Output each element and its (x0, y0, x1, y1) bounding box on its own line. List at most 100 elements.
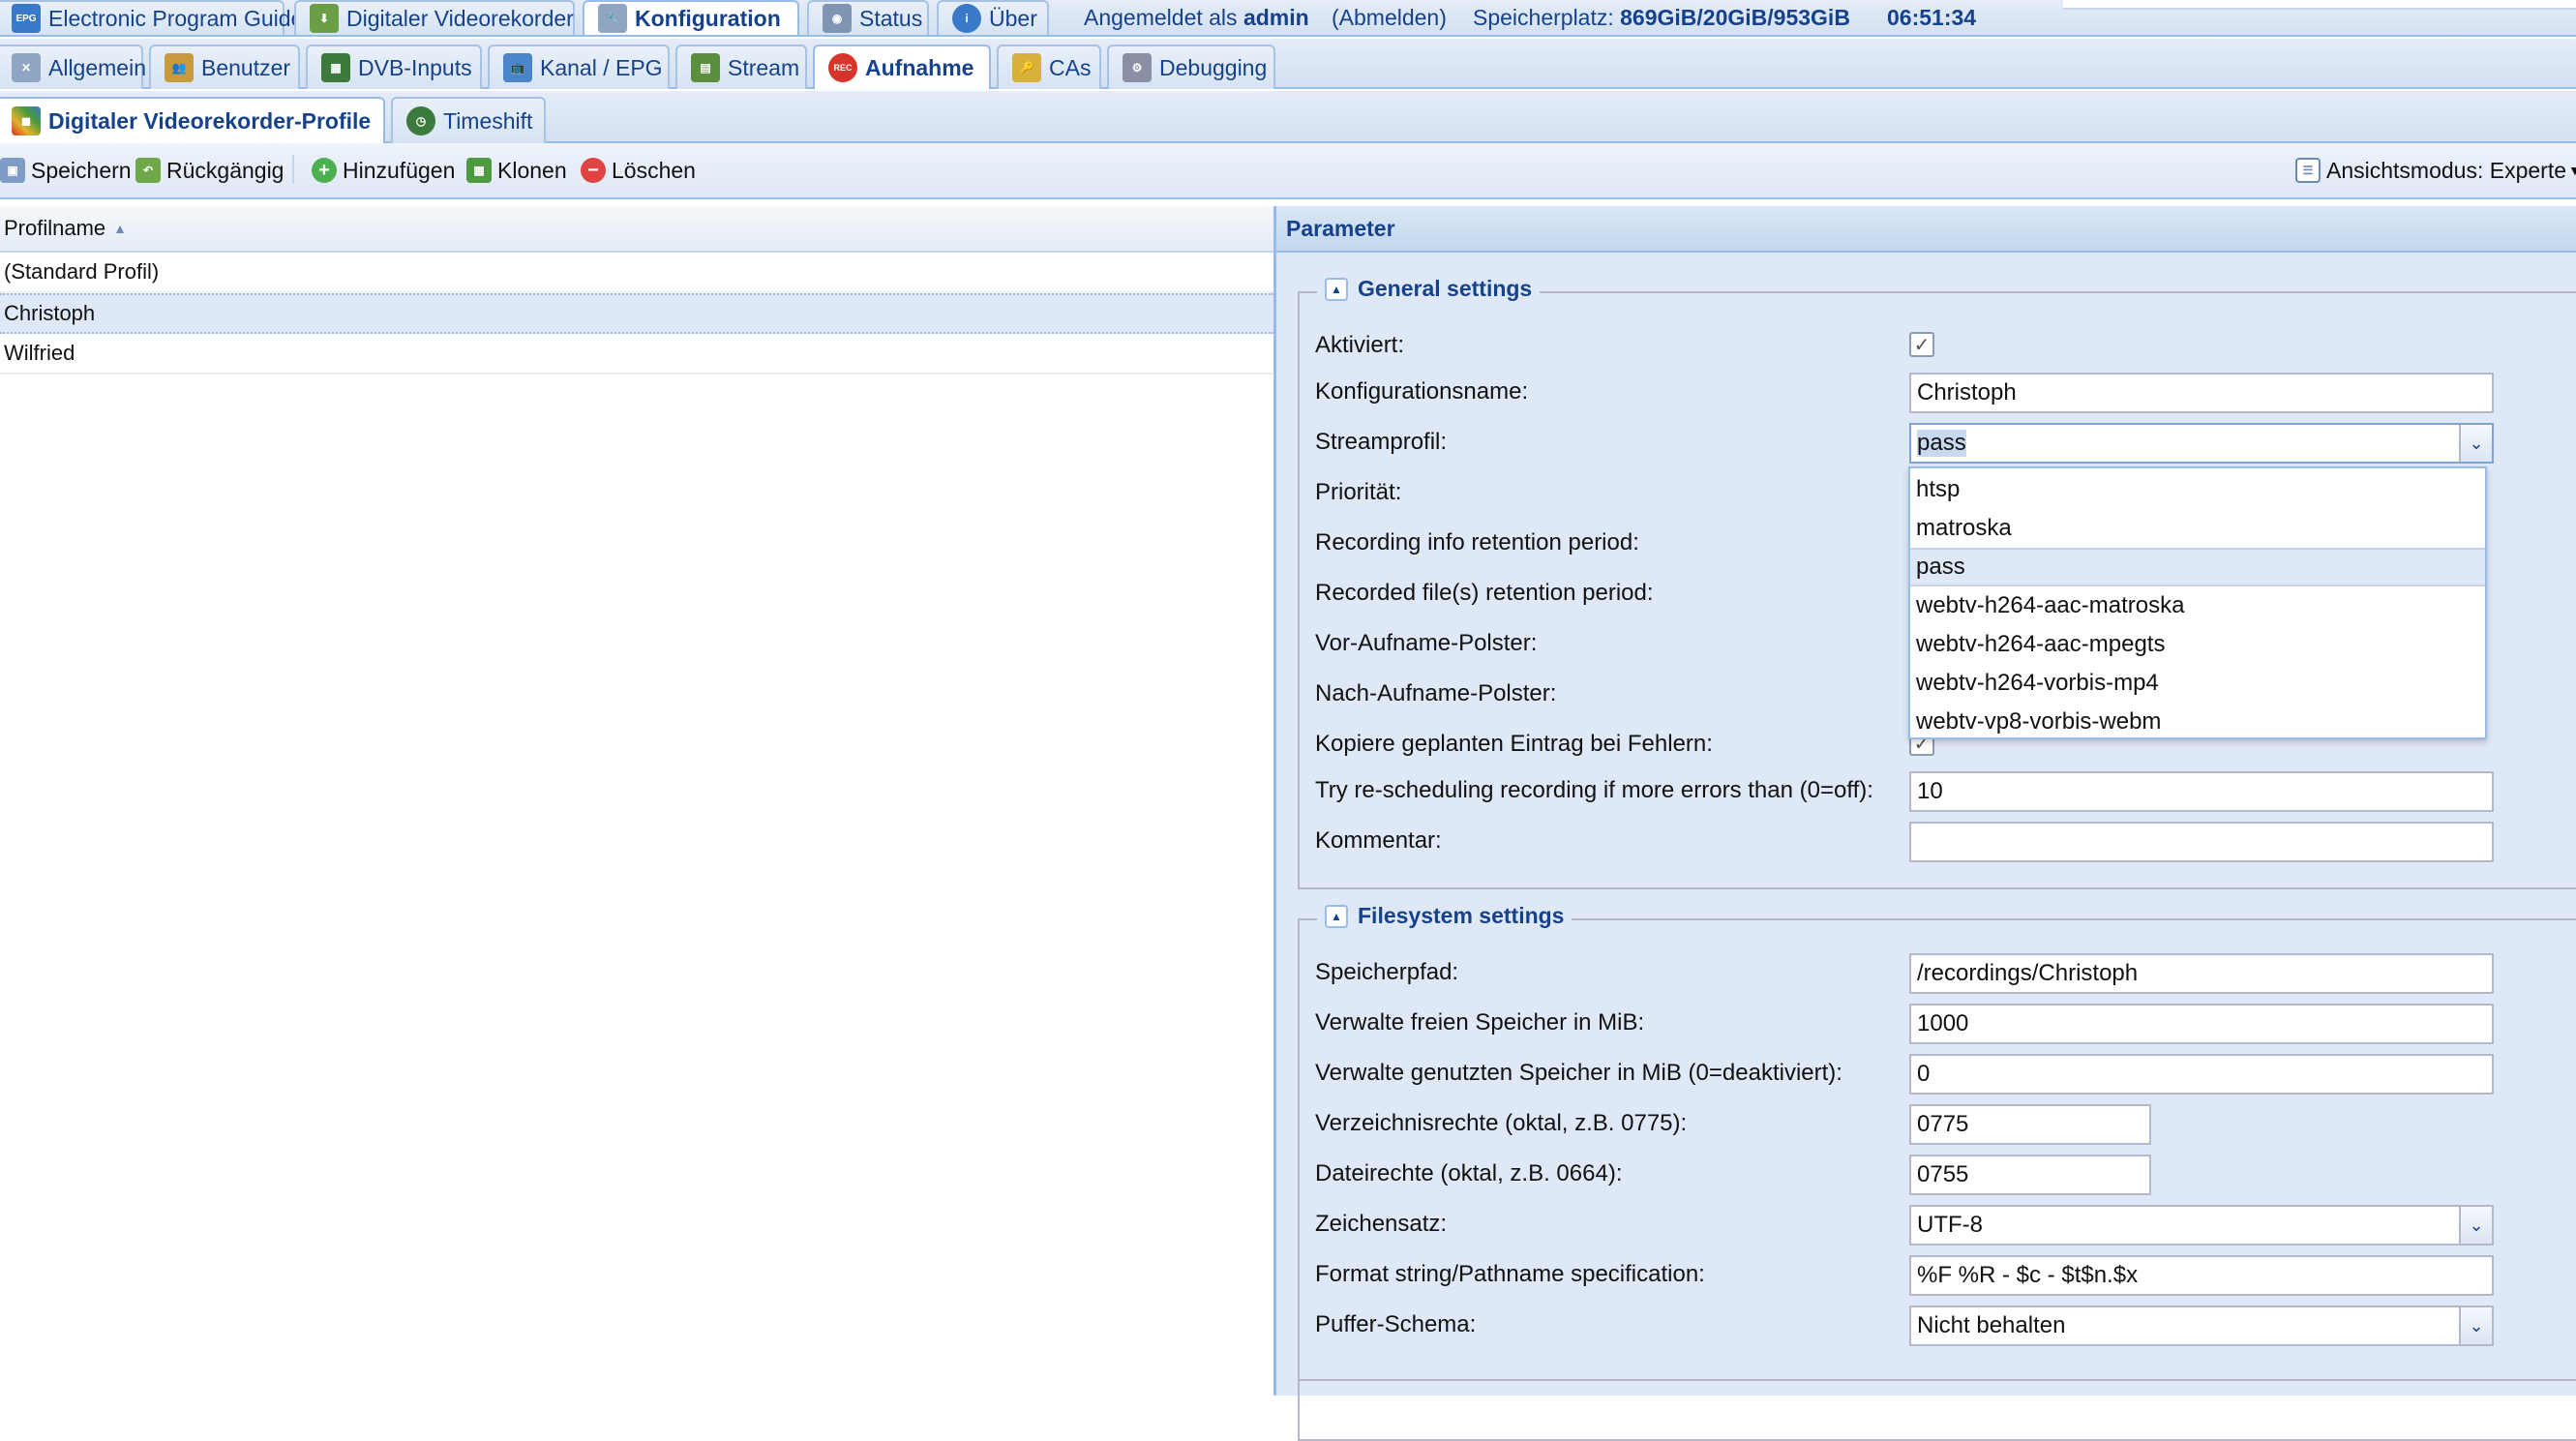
profile-toolbar: ▣ Speichern ↶ Rückgängig + Hinzufügen ▦ … (0, 143, 2576, 199)
undo-button[interactable]: ↶ Rückgängig (135, 143, 284, 197)
tab-general[interactable]: ✕ Allgemein (0, 45, 146, 89)
tab-label: Über (989, 5, 1037, 31)
collapse-icon[interactable]: ▲ (1325, 904, 1348, 928)
filesystem-settings-legend[interactable]: ▲ Filesystem settings (1317, 903, 1573, 929)
label-config-name: Konfigurationsname: (1315, 378, 1529, 405)
logout-link[interactable]: (Abmelden) (1332, 0, 1447, 35)
storage-value: 869GiB/20GiB/953GiB (1620, 4, 1850, 30)
clone-label: Klonen (497, 157, 567, 183)
parameter-panel: Parameter ▲ General settings Aktiviert: … (1273, 206, 2576, 1441)
label-used-space: Verwalte genutzten Speicher in MiB (0=de… (1315, 1060, 1842, 1086)
storage-label: Speicherplatz: (1473, 4, 1614, 30)
tab-label: Electronic Program Guide (48, 5, 304, 31)
config-tab-bar: ✕ Allgemein 👥 Benutzer ▦ DVB-Inputs 📺 Ka… (0, 39, 2576, 89)
table-row-selected[interactable]: Christoph (0, 293, 1273, 334)
label-free-space: Verwalte freien Speicher in MiB: (1315, 1009, 1645, 1036)
tab-cas[interactable]: 🔑 CAs (997, 45, 1101, 89)
stream-icon: ▤ (691, 53, 720, 82)
chevron-down-icon: ▼ (2568, 163, 2576, 178)
rec-icon: REC (828, 53, 857, 82)
chevron-down-icon[interactable]: ⌄ (2459, 1307, 2492, 1344)
path-input[interactable]: /recordings/Christoph (1909, 953, 2494, 994)
reschedule-input[interactable]: 10 (1909, 771, 2494, 812)
label-format: Format string/Pathname specification: (1315, 1261, 1705, 1287)
table-row[interactable]: Wilfried (0, 334, 1273, 375)
tab-channel-epg[interactable]: 📺 Kanal / EPG (488, 45, 670, 89)
chevron-down-icon[interactable]: ⌄ (2459, 425, 2492, 462)
profile-name-cell: Christoph (4, 301, 96, 325)
enabled-checkbox[interactable]: ✓ (1909, 332, 1934, 357)
save-button[interactable]: ▣ Speichern (0, 143, 132, 197)
tab-debugging[interactable]: ⚙ Debugging (1107, 45, 1275, 89)
used-space-input[interactable]: 0 (1909, 1054, 2494, 1095)
dir-perms-input[interactable]: 0775 (1909, 1104, 2151, 1145)
tab-dvr[interactable]: ⬇ Digitaler Videorekorder (294, 0, 575, 35)
dropdown-option[interactable]: webtv-h264-aac-matroska (1910, 586, 2485, 625)
dropdown-option[interactable]: webtv-h264-vorbis-mp4 (1910, 664, 2485, 703)
label-reschedule: Try re-scheduling recording if more erro… (1315, 777, 1873, 803)
cache-select[interactable]: Nicht behalten ⌄ (1909, 1306, 2494, 1346)
add-label: Hinzufügen (343, 157, 456, 183)
dropdown-option[interactable]: htsp (1910, 470, 2485, 509)
clone-icon: ▦ (466, 158, 492, 183)
label-priority: Priorität: (1315, 479, 1402, 505)
format-input[interactable]: %F %R - $c - $t$n.$x (1909, 1255, 2494, 1296)
table-row[interactable]: (Standard Profil) (0, 253, 1273, 293)
charset-select[interactable]: UTF-8 ⌄ (1909, 1205, 2494, 1246)
general-settings-legend[interactable]: ▲ General settings (1317, 276, 1541, 302)
save-label: Speichern (31, 157, 132, 183)
logged-in-info: Angemeldet als admin (1084, 0, 1309, 35)
tab-epg[interactable]: EPG Electronic Program Guide (0, 0, 303, 35)
profile-name-cell: Wilfried (4, 341, 75, 365)
tab-recording[interactable]: REC Aufnahme (813, 45, 991, 89)
tab-timeshift[interactable]: ◷ Timeshift (391, 97, 546, 143)
delete-button[interactable]: − Löschen (581, 143, 696, 197)
profile-grid-header[interactable]: Profilname ▲ (0, 206, 1273, 253)
tab-status[interactable]: ◉ Status (807, 0, 929, 35)
filesystem-settings-title: Filesystem settings (1358, 903, 1565, 928)
panel-title: Parameter (1276, 206, 2576, 253)
free-space-input[interactable]: 1000 (1909, 1004, 2494, 1044)
dropdown-option[interactable]: webtv-vp8-vorbis-webm (1910, 703, 2485, 741)
info-icon: i (952, 4, 981, 33)
delete-icon: − (581, 158, 606, 183)
clock-time: 06:51:34 (1887, 4, 1977, 30)
tab-label: Stream (728, 54, 800, 80)
charset-value: UTF-8 (1917, 1212, 1983, 1238)
clock-icon: ◷ (406, 106, 435, 135)
tab-dvb-inputs[interactable]: ▦ DVB-Inputs (306, 45, 482, 89)
add-button[interactable]: + Hinzufügen (312, 143, 455, 197)
column-profile-name: Profilname (4, 216, 106, 240)
wrench-icon: 🔧 (598, 4, 627, 33)
sort-ascending-icon: ▲ (113, 221, 128, 236)
clone-button[interactable]: ▦ Klonen (466, 143, 567, 197)
general-settings-title: General settings (1358, 276, 1533, 301)
tab-configuration[interactable]: 🔧 Konfiguration (583, 0, 799, 35)
top-right-panel-edge (2063, 0, 2576, 10)
tab-dvr-profiles[interactable]: ◼ Digitaler Videorekorder-Profile (0, 97, 385, 143)
tab-about[interactable]: i Über (937, 0, 1049, 35)
delete-label: Löschen (612, 157, 696, 183)
stream-profile-select[interactable]: pass ⌄ (1909, 423, 2494, 464)
tab-label: Digitaler Videorekorder-Profile (48, 107, 372, 134)
tab-users[interactable]: 👥 Benutzer (149, 45, 300, 89)
dropdown-option[interactable]: webtv-h264-aac-mpegts (1910, 625, 2485, 664)
label-clone-on-error: Kopiere geplanten Eintrag bei Fehlern: (1315, 731, 1713, 757)
file-perms-input[interactable]: 0755 (1909, 1155, 2151, 1195)
tab-stream[interactable]: ▤ Stream (675, 45, 807, 89)
collapse-icon[interactable]: ▲ (1325, 277, 1348, 301)
tab-label: Aufnahme (865, 54, 974, 80)
comment-input[interactable] (1909, 822, 2494, 862)
storage-info: Speicherplatz: 869GiB/20GiB/953GiB (1473, 0, 1850, 35)
label-post-padding: Nach-Aufname-Polster: (1315, 680, 1557, 706)
chevron-down-icon[interactable]: ⌄ (2459, 1207, 2492, 1244)
tab-label: CAs (1049, 54, 1092, 80)
dropdown-option-selected[interactable]: pass (1910, 548, 2485, 586)
tab-label: Debugging (1159, 54, 1268, 80)
tools-icon: ✕ (12, 53, 41, 82)
dropdown-option[interactable]: matroska (1910, 509, 2485, 548)
tab-label: Konfiguration (635, 5, 781, 31)
config-name-input[interactable]: Christoph (1909, 373, 2494, 413)
view-mode-button[interactable]: ☰ Ansichtsmodus: Experte ▼ (2295, 143, 2576, 197)
users-icon: 👥 (165, 53, 194, 82)
